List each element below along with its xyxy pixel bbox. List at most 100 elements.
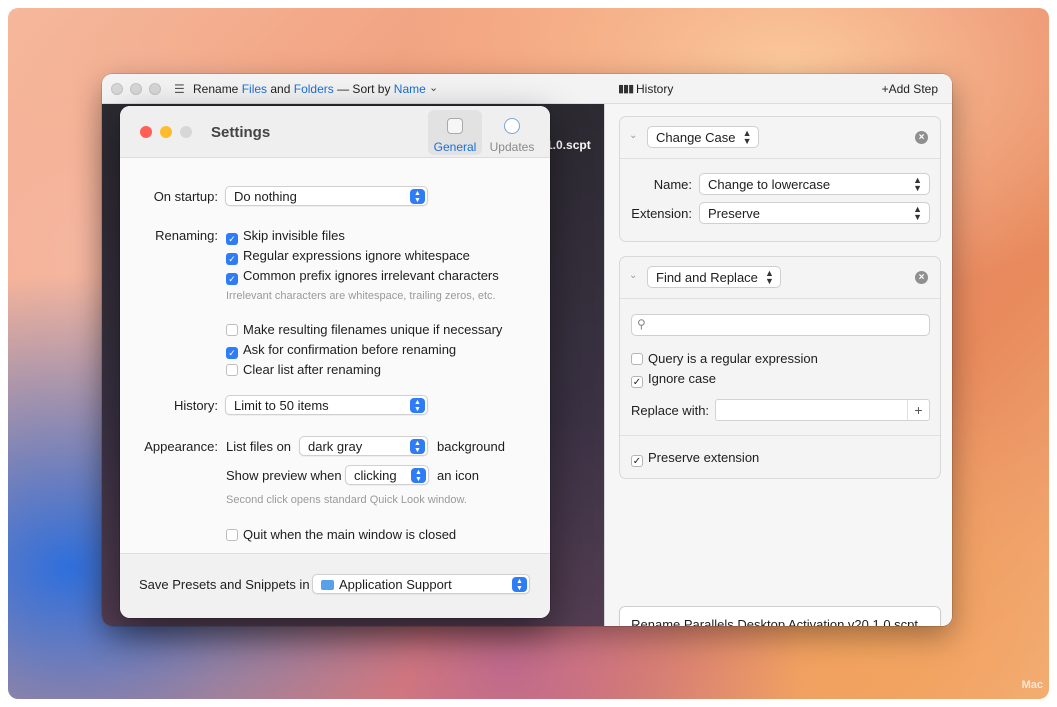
main-titlebar: ☰ Rename Files and Folders — Sort by Nam… (102, 74, 952, 104)
background-text: background (437, 439, 505, 454)
step-header: ⌄ Find and Replace ▲ ▼ × (620, 257, 940, 299)
list-files-on-text: List files on (226, 439, 292, 454)
tab-updates[interactable]: Updates (485, 110, 539, 155)
find-search-input[interactable]: ⚲ (631, 314, 930, 336)
add-step-label: Add Step (888, 82, 938, 96)
remove-step-icon[interactable]: × (915, 271, 928, 284)
chevron-down-icon[interactable]: ⌄ (629, 270, 637, 281)
quit-when-closed-checkbox[interactable]: Quit when the main window is closed (226, 527, 456, 542)
checkbox-box (226, 364, 238, 376)
checkbox-box (226, 324, 238, 336)
an-icon-text: an icon (437, 468, 479, 483)
updown-arrows-icon: ▲ ▼ (410, 398, 425, 413)
step-type-popup[interactable]: Change Case ▲ ▼ (647, 126, 759, 148)
ask-confirmation-checkbox[interactable]: ✓ Ask for confirmation before renaming (226, 342, 456, 359)
irrelevant-note: Irrelevant characters are whitespace, tr… (226, 290, 496, 302)
replace-with-label: Replace with: (631, 403, 710, 418)
add-step-button[interactable]: +Add Step (882, 82, 938, 96)
name-field-label: Name: (653, 177, 692, 192)
query-regex-checkbox[interactable]: Query is a regular expression (631, 351, 818, 366)
skip-invisible-checkbox[interactable]: ✓ Skip invisible files (226, 228, 345, 245)
quit-when-closed-label: Quit when the main window is closed (243, 527, 457, 542)
history-limit-popup[interactable]: Limit to 50 items ▲ ▼ (225, 395, 428, 415)
general-icon (447, 118, 463, 134)
on-startup-popup[interactable]: Do nothing ▲ ▼ (225, 186, 428, 206)
replace-with-input[interactable]: + (715, 399, 930, 421)
step-type-popup[interactable]: Find and Replace ▲ ▼ (647, 266, 781, 288)
zoom-button-disabled (180, 126, 192, 138)
query-regex-label: Query is a regular expression (648, 351, 818, 366)
regex-ignore-whitespace-label: Regular expressions ignore whitespace (243, 248, 470, 263)
chevron-down-icon[interactable]: ⌄ (429, 81, 438, 94)
name-case-popup[interactable]: Change to lowercase ▲ ▼ (699, 173, 930, 195)
checkbox-box (226, 529, 238, 541)
checkmark-icon: ✓ (631, 376, 643, 388)
checkmark-icon: ✓ (226, 233, 238, 245)
common-prefix-checkbox[interactable]: ✓ Common prefix ignores irrelevant charac… (226, 268, 499, 285)
title-sort: — Sort by (333, 82, 394, 96)
title-and: and (267, 82, 294, 96)
save-presets-label: Save Presets and Snippets in (139, 577, 310, 592)
window-title[interactable]: Rename Files and Folders — Sort by Name (193, 82, 426, 96)
rename-button[interactable]: Rename Parallels Desktop Activation v20.… (619, 606, 941, 626)
refresh-icon (504, 118, 520, 134)
renaming-label: Renaming: (155, 228, 218, 243)
chevron-down-icon[interactable]: ⌄ (629, 130, 637, 141)
preview-trigger-popup[interactable]: clicking ▲ ▼ (345, 465, 429, 485)
clear-list-checkbox[interactable]: Clear list after renaming (226, 362, 381, 377)
updown-arrows-icon: ▲ ▼ (913, 204, 922, 222)
zoom-button-inactive[interactable] (149, 83, 161, 95)
settings-window: Settings General Updates On startup: Do … (120, 106, 550, 618)
tab-general[interactable]: General (428, 110, 482, 155)
regex-ignore-whitespace-checkbox[interactable]: ✓ Regular expressions ignore whitespace (226, 248, 470, 265)
step-type-label: Find and Replace (656, 270, 758, 285)
checkmark-icon: ✓ (631, 455, 643, 467)
plus-icon: + (881, 82, 889, 96)
checkmark-icon: ✓ (226, 253, 238, 265)
list-color-popup[interactable]: dark gray ▲ ▼ (299, 436, 428, 456)
tab-updates-label: Updates (489, 140, 535, 154)
show-preview-text: Show preview when (226, 468, 342, 483)
sort-by-link[interactable]: Name (394, 82, 426, 96)
tab-general-label: General (433, 140, 477, 154)
unique-filenames-label: Make resulting filenames unique if neces… (243, 322, 503, 337)
common-prefix-label: Common prefix ignores irrelevant charact… (243, 268, 499, 283)
remove-step-icon[interactable]: × (915, 131, 928, 144)
extension-field-label: Extension: (631, 206, 692, 221)
history-label: History: (173, 398, 218, 413)
appearance-label: Appearance: (144, 439, 218, 454)
history-button[interactable]: History (636, 82, 673, 96)
title-files-link[interactable]: Files (242, 82, 267, 96)
save-location-popup[interactable]: Application Support ▲ ▼ (312, 574, 530, 594)
ignore-case-label: Ignore case (648, 371, 716, 386)
close-button-inactive[interactable] (111, 83, 123, 95)
list-icon: ☰ (174, 82, 185, 96)
second-click-note: Second click opens standard Quick Look w… (226, 494, 467, 506)
title-prefix: Rename (193, 82, 242, 96)
updown-arrows-icon: ▲ ▼ (410, 189, 425, 204)
updown-arrows-icon: ▲ ▼ (411, 468, 426, 483)
preserve-extension-checkbox[interactable]: ✓ Preserve extension (631, 450, 759, 467)
on-startup-label: On startup: (153, 189, 218, 204)
watermark: Mac (1021, 679, 1043, 691)
file-name-cell[interactable]: 1.0.scpt (546, 138, 591, 152)
insert-token-icon[interactable]: + (907, 400, 929, 420)
settings-general-pane: On startup: Do nothing ▲ ▼ Renaming: ✓ Ski… (120, 158, 550, 553)
step-header: ⌄ Change Case ▲ ▼ × (620, 117, 940, 159)
extension-case-value: Preserve (708, 206, 761, 221)
settings-toolbar: Settings General Updates (120, 106, 550, 158)
name-case-value: Change to lowercase (708, 177, 831, 192)
updown-arrows-icon: ▲ ▼ (913, 175, 922, 193)
steps-pane: ⌄ Change Case ▲ ▼ × Name: Change to lower… (604, 104, 952, 626)
step-find-replace: ⌄ Find and Replace ▲ ▼ × ⚲ Query is a reg… (619, 256, 941, 479)
close-button[interactable] (140, 126, 152, 138)
minimize-button-inactive[interactable] (130, 83, 142, 95)
settings-footer: Save Presets and Snippets in Application… (120, 553, 550, 618)
extension-case-popup[interactable]: Preserve ▲ ▼ (699, 202, 930, 224)
ignore-case-checkbox[interactable]: ✓ Ignore case (631, 371, 716, 388)
title-folders-link[interactable]: Folders (294, 82, 334, 96)
updown-arrows-icon: ▲ ▼ (742, 128, 752, 146)
updown-arrows-icon: ▲ ▼ (410, 439, 425, 454)
unique-filenames-checkbox[interactable]: Make resulting filenames unique if neces… (226, 322, 502, 337)
minimize-button[interactable] (160, 126, 172, 138)
